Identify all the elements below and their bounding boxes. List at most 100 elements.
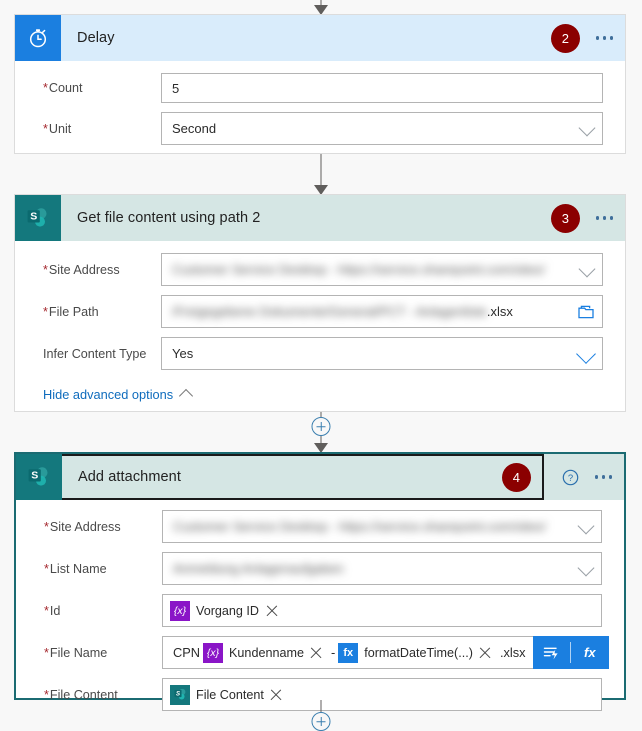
card-header[interactable]: S Add attachment 4 ? bbox=[16, 454, 624, 500]
status-badge: 3 bbox=[550, 203, 580, 233]
card-menu-button[interactable] bbox=[590, 36, 625, 40]
field-label: *File Name bbox=[44, 645, 108, 660]
connector-top bbox=[0, 0, 642, 15]
required-asterisk: * bbox=[43, 121, 48, 136]
file-path-value: /Freigegebene Dokumente/General/PCT - An… bbox=[172, 304, 487, 319]
field-count: *Count 5 bbox=[15, 73, 625, 103]
file-path-suffix: .xlsx bbox=[486, 304, 513, 319]
remove-token-icon[interactable] bbox=[309, 645, 324, 660]
folder-picker-icon[interactable] bbox=[578, 305, 594, 319]
stopwatch-icon bbox=[15, 15, 61, 61]
card-body: *Site Address Customer Service Desktop -… bbox=[15, 241, 625, 416]
action-card-delay[interactable]: Delay 2 *Count 5 *Unit Second bbox=[14, 14, 626, 154]
dynamic-content-toolbar[interactable]: fx bbox=[532, 636, 609, 669]
list-name-value: Anmeldung Anlagenaufgaben bbox=[173, 561, 344, 576]
field-list-name: *List Name Anmeldung Anlagenaufgaben bbox=[16, 552, 624, 585]
sharepoint-icon: S bbox=[15, 195, 61, 241]
token-label: Vorgang ID bbox=[196, 603, 260, 618]
unit-value: Second bbox=[172, 121, 217, 136]
infer-content-type-value: Yes bbox=[172, 346, 194, 361]
sharepoint-icon: S bbox=[16, 454, 62, 500]
token-label: formatDateTime(...) bbox=[364, 645, 473, 660]
required-asterisk: * bbox=[43, 81, 48, 95]
field-site-address: *Site Address Customer Service Desktop -… bbox=[15, 253, 625, 286]
card-title: Delay bbox=[77, 30, 115, 46]
action-card-get-file-content[interactable]: S Get file content using path 2 3 *Site … bbox=[14, 194, 626, 412]
svg-text:S: S bbox=[31, 470, 38, 482]
help-circle-icon[interactable]: ? bbox=[557, 463, 585, 491]
menu-dot bbox=[595, 216, 600, 220]
advanced-options-toggle[interactable]: Hide advanced options bbox=[15, 379, 625, 404]
flow-canvas: Delay 2 *Count 5 *Unit Second S Get file… bbox=[0, 0, 642, 731]
field-label: *Unit bbox=[43, 121, 72, 136]
token-variable[interactable]: {x} Vorgang ID bbox=[170, 600, 283, 621]
required-asterisk: * bbox=[44, 561, 49, 576]
card-header[interactable]: S Get file content using path 2 3 bbox=[15, 195, 625, 241]
token-label: Kundenname bbox=[229, 645, 304, 660]
count-input[interactable]: 5 bbox=[161, 73, 603, 103]
card-body: *Count 5 *Unit Second bbox=[15, 61, 625, 159]
menu-dot bbox=[609, 216, 613, 220]
list-name-dropdown[interactable]: Anmeldung Anlagenaufgaben bbox=[162, 552, 602, 585]
chevron-down-icon bbox=[576, 343, 596, 364]
field-unit: *Unit Second bbox=[15, 112, 625, 145]
file-name-extension: .xlsx bbox=[499, 645, 526, 660]
required-asterisk: * bbox=[44, 603, 49, 618]
remove-token-icon[interactable] bbox=[478, 645, 493, 660]
expression-button[interactable]: fx bbox=[571, 636, 609, 669]
field-file-path: *File Path /Freigegebene Dokumente/Gener… bbox=[15, 295, 625, 328]
infer-content-type-dropdown[interactable]: Yes bbox=[161, 337, 603, 370]
card-header[interactable]: Delay 2 bbox=[15, 15, 625, 61]
chevron-down-icon bbox=[577, 517, 595, 534]
site-address-dropdown[interactable]: Customer Service Desktop - https://servi… bbox=[161, 253, 603, 286]
field-file-name: *File Name CPN {x} Kundenname - fx forma… bbox=[16, 636, 624, 669]
chevron-up-icon bbox=[179, 388, 194, 404]
file-name-prefix: CPN bbox=[173, 645, 201, 660]
connector-getfile-to-addattachment bbox=[0, 412, 642, 453]
chevron-down-icon bbox=[578, 260, 596, 277]
insert-step-button[interactable] bbox=[311, 417, 331, 436]
field-label: *Id bbox=[44, 603, 61, 618]
remove-token-icon[interactable] bbox=[264, 603, 279, 618]
status-badge: 2 bbox=[550, 23, 580, 53]
card-menu-button[interactable] bbox=[590, 216, 625, 220]
field-site-address: *Site Address Customer Service Desktop -… bbox=[16, 510, 624, 543]
unit-dropdown[interactable]: Second bbox=[161, 112, 603, 145]
variable-token-icon: {x} bbox=[203, 642, 224, 663]
required-asterisk: * bbox=[44, 519, 49, 534]
field-label: *List Name bbox=[44, 561, 107, 576]
menu-dot bbox=[608, 475, 612, 479]
card-menu-button[interactable] bbox=[589, 475, 624, 479]
action-card-add-attachment[interactable]: S Add attachment 4 ? *Site Address Custo… bbox=[14, 452, 626, 711]
status-badge: 4 bbox=[501, 462, 531, 492]
site-address-value: Customer Service Desktop - https://servi… bbox=[173, 519, 546, 534]
menu-dot bbox=[602, 216, 607, 220]
menu-dot bbox=[602, 36, 607, 40]
chevron-down-icon bbox=[577, 559, 595, 576]
field-label: Infer Content Type bbox=[43, 346, 147, 361]
card-body: *Site Address Customer Service Desktop -… bbox=[16, 500, 624, 725]
menu-dot bbox=[594, 475, 599, 479]
expression-token-icon: fx bbox=[338, 642, 359, 663]
id-token-input[interactable]: {x} Vorgang ID bbox=[162, 594, 602, 627]
field-label: *Site Address bbox=[44, 519, 121, 534]
file-name-separator: - bbox=[330, 645, 336, 660]
field-label: *Site Address bbox=[43, 262, 120, 277]
count-value: 5 bbox=[172, 80, 180, 96]
file-name-token-input[interactable]: CPN {x} Kundenname - fx formatDateTime(.… bbox=[162, 636, 609, 669]
insert-step-button[interactable] bbox=[311, 712, 331, 731]
card-title: Add attachment bbox=[78, 469, 181, 485]
file-path-input[interactable]: /Freigegebene Dokumente/General/PCT - An… bbox=[161, 295, 603, 328]
menu-dot bbox=[601, 475, 606, 479]
svg-text:?: ? bbox=[568, 473, 573, 484]
token-expression[interactable]: fx formatDateTime(...) bbox=[338, 642, 497, 663]
site-address-dropdown[interactable]: Customer Service Desktop - https://servi… bbox=[162, 510, 602, 543]
hide-advanced-options-link[interactable]: Hide advanced options bbox=[43, 387, 173, 402]
menu-dot bbox=[609, 36, 613, 40]
card-title: Get file content using path 2 bbox=[77, 210, 261, 226]
token-variable[interactable]: {x} Kundenname bbox=[203, 642, 328, 663]
svg-text:S: S bbox=[30, 211, 37, 223]
field-infer-content-type: Infer Content Type Yes bbox=[15, 337, 625, 370]
dynamic-content-icon[interactable] bbox=[533, 636, 571, 669]
field-label: *Count bbox=[43, 81, 83, 95]
